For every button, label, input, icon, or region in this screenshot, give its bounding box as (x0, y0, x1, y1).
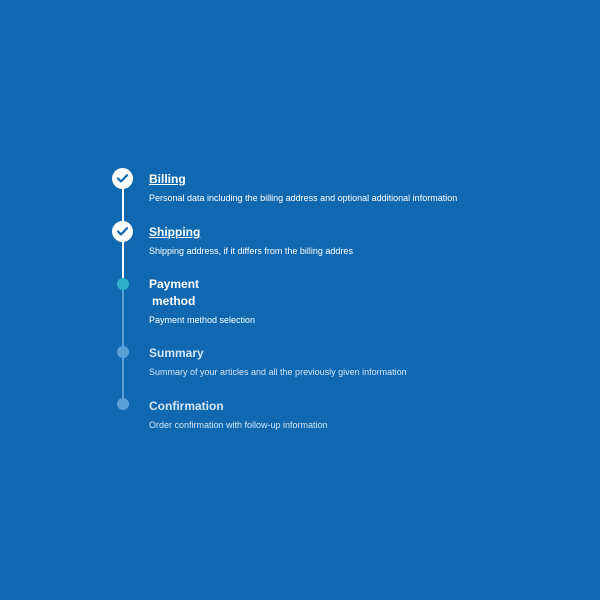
step-billing-title[interactable]: Billing (149, 171, 186, 188)
step-confirmation-description: Order confirmation with follow-up inform… (149, 420, 328, 430)
step-confirmation-title: Confirmation (149, 399, 224, 413)
connector-summary-confirmation (122, 357, 124, 401)
step-payment-description: Payment method selection (149, 315, 256, 325)
step-billing-marker[interactable] (112, 168, 133, 189)
check-icon (117, 227, 128, 236)
step-payment-marker (117, 278, 129, 290)
step-shipping-description: Shipping address, if it differs from the… (149, 246, 353, 256)
step-summary-title: Summary (149, 346, 204, 360)
checkout-stepper: Billing Personal data including the bill… (0, 0, 600, 600)
step-payment-title-line1: Payment (149, 277, 200, 291)
connector-shipping-payment (122, 238, 124, 278)
step-confirmation-marker (117, 398, 129, 410)
step-shipping-marker[interactable] (112, 221, 133, 242)
step-billing-description: Personal data including the billing addr… (149, 193, 458, 203)
step-summary-marker (117, 346, 129, 358)
step-shipping-title[interactable]: Shipping (149, 224, 200, 241)
step-payment-title: Payment method (149, 276, 199, 310)
step-payment-title-line2: method (152, 294, 196, 308)
check-icon (117, 174, 128, 183)
step-summary-description: Summary of your articles and all the pre… (149, 367, 407, 377)
connector-payment-summary (122, 290, 124, 348)
